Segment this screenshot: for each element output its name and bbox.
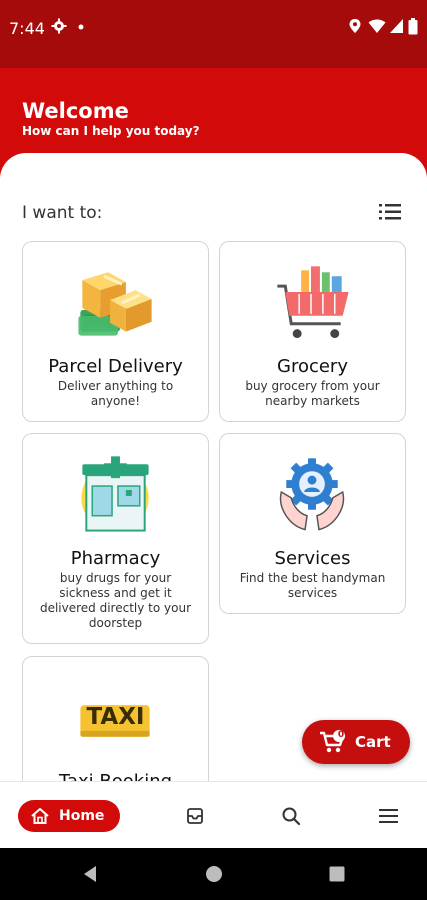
services-sheet: I want to: Parcel Delivery Deliver anyth… — [0, 153, 427, 781]
welcome-title: Welcome — [22, 99, 129, 123]
card-description: Find the best handyman services — [239, 571, 386, 600]
settings-icon — [51, 18, 67, 34]
card-description: buy grocery from your nearby markets — [245, 379, 380, 408]
home-circle-icon[interactable] — [205, 865, 223, 883]
card-description: buy drugs for your sickness and get it d… — [39, 571, 192, 630]
card-title: Services — [274, 548, 351, 569]
card-services[interactable]: Services Find the best handyman services — [219, 433, 406, 614]
system-navigation-bar — [0, 848, 427, 900]
parcel-boxes-icon — [78, 272, 152, 336]
card-description: Deliver anything to anyone! — [57, 379, 174, 408]
wifi-icon — [368, 19, 386, 33]
status-time: 7:44 — [9, 19, 45, 38]
back-icon[interactable] — [82, 865, 98, 883]
nav-home-button[interactable]: Home — [18, 800, 120, 832]
cart-label: Cart — [355, 733, 391, 751]
services-gear-hands-icon — [279, 458, 345, 531]
grocery-cart-icon — [277, 266, 349, 339]
battery-icon — [408, 18, 418, 35]
card-pharmacy[interactable]: Pharmacy buy drugs for your sickness and… — [22, 433, 209, 644]
signal-icon — [390, 19, 403, 33]
card-grocery[interactable]: Grocery buy grocery from your nearby mar… — [219, 241, 406, 422]
card-title: Grocery — [277, 356, 348, 377]
inbox-icon[interactable] — [185, 806, 205, 826]
card-title: Pharmacy — [70, 548, 161, 569]
taxi-sign-text: TAXI — [86, 704, 145, 730]
status-bar: 7:44 — [0, 0, 427, 68]
bottom-navigation: Home — [0, 781, 427, 848]
card-taxi-booking[interactable]: TAXI Taxi Booking — [22, 656, 209, 781]
cart-count-badge: 0 — [337, 730, 345, 740]
menu-icon[interactable] — [378, 806, 399, 826]
pharmacy-icon — [81, 456, 149, 532]
card-parcel-delivery[interactable]: Parcel Delivery Deliver anything to anyo… — [22, 241, 209, 422]
search-icon[interactable] — [281, 806, 301, 826]
i-want-label: I want to: — [22, 203, 103, 223]
card-title: Taxi Booking — [23, 771, 208, 781]
home-icon — [31, 808, 49, 824]
cart-button[interactable]: 0 Cart — [302, 720, 410, 764]
nav-home-label: Home — [59, 808, 105, 824]
list-icon[interactable] — [376, 201, 404, 223]
welcome-subtitle: How can I help you today? — [22, 124, 200, 138]
recents-icon[interactable] — [329, 866, 345, 882]
card-title: Parcel Delivery — [48, 356, 183, 377]
notification-dot-icon — [78, 24, 84, 30]
location-icon — [349, 19, 361, 33]
